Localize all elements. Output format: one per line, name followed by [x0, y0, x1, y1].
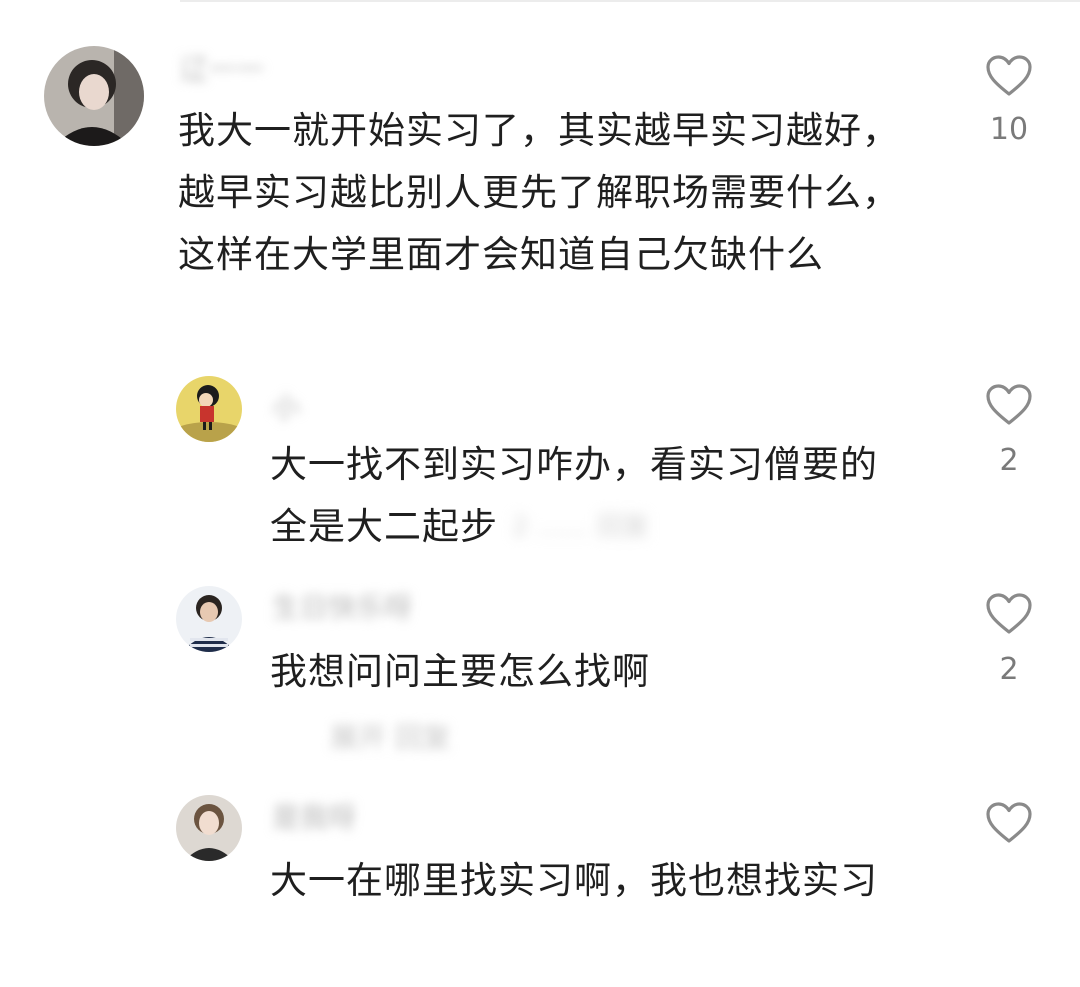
- username[interactable]: 生日快乐呀: [272, 590, 412, 626]
- heart-outline-icon[interactable]: [985, 383, 1033, 427]
- like-count: 2: [999, 443, 1019, 478]
- comment-text: 我想问问主要怎么找啊: [270, 650, 650, 693]
- avatar[interactable]: [176, 795, 242, 861]
- heart-outline-icon[interactable]: [985, 801, 1033, 845]
- top-divider: [180, 0, 1080, 2]
- reply-meta: 2 …… 回复: [512, 512, 650, 542]
- like-count: 2: [999, 652, 1019, 687]
- avatar[interactable]: [176, 586, 242, 652]
- username[interactable]: 辽一一: [180, 52, 264, 88]
- username[interactable]: 小: [272, 390, 300, 426]
- heart-outline-icon[interactable]: [985, 54, 1033, 98]
- like-count: 10: [989, 112, 1029, 147]
- username[interactable]: 是我呀: [272, 800, 356, 836]
- heart-outline-icon[interactable]: [985, 592, 1033, 636]
- avatar[interactable]: [176, 376, 242, 442]
- comment-text: 大一在哪里找实习啊，我也想找实习: [270, 859, 878, 902]
- comment-text: 我大一就开始实习了，其实越早实习越好， 越早实习越比别人更先了解职场需要什么， …: [178, 109, 900, 276]
- view-replies-link[interactable]: 展开 回复: [330, 716, 451, 756]
- avatar[interactable]: [44, 46, 144, 146]
